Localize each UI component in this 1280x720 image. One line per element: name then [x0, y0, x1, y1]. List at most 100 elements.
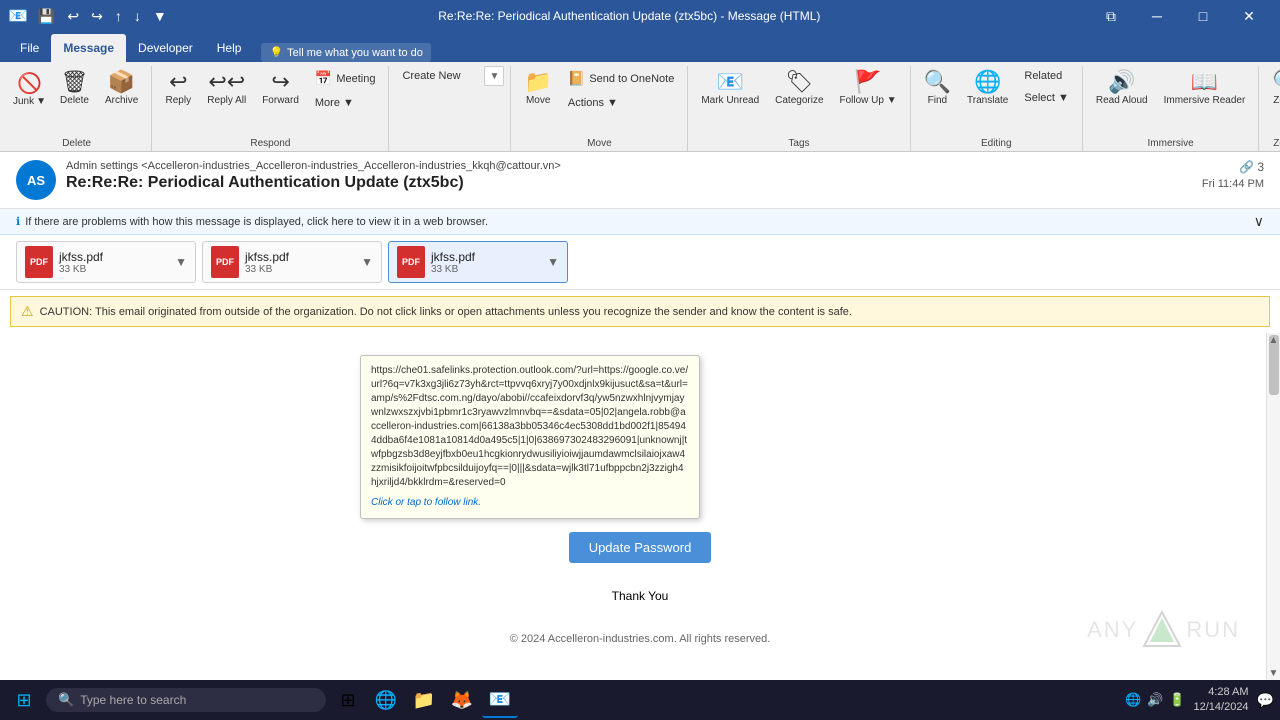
junk-button[interactable]: 🚫 Junk ▼ [8, 66, 51, 112]
update-password-button[interactable]: Update Password [569, 532, 712, 563]
move-small-buttons: 📔 Send to OneNote Actions ▼ [561, 66, 681, 113]
volume-icon: 🔊 [1147, 692, 1163, 708]
att-size-1: 33 KB [245, 264, 355, 275]
close-button[interactable]: ✕ [1226, 0, 1272, 32]
att-arrow-2[interactable]: ▼ [547, 255, 559, 269]
taskbar-clock: 4:28 AM 12/14/2024 [1194, 685, 1249, 716]
select-button[interactable]: Select ▼ [1017, 88, 1076, 108]
maximize-button[interactable]: □ [1180, 0, 1226, 32]
archive-icon: 📦 [108, 71, 135, 93]
search-placeholder: Type here to search [80, 693, 186, 707]
thank-you: Thank You [390, 589, 890, 603]
up-button[interactable]: ↑ [111, 6, 126, 26]
minimize-button[interactable]: ─ [1134, 0, 1180, 32]
forward-icon: ↪ [271, 71, 289, 93]
attachment-1[interactable]: PDF jkfss.pdf 33 KB ▼ [202, 241, 382, 283]
read-aloud-button[interactable]: 🔊 Read Aloud [1089, 66, 1155, 111]
att-info-2: jkfss.pdf 33 KB [431, 250, 541, 275]
undo-button[interactable]: ↩ [63, 6, 83, 27]
quick-steps-content: Create New ▼ [395, 66, 504, 147]
down-button[interactable]: ↓ [130, 6, 145, 26]
att-arrow-0[interactable]: ▼ [175, 255, 187, 269]
customize-button[interactable]: ▼ [149, 6, 171, 26]
create-new-button[interactable]: Create New [395, 66, 478, 86]
window-title: Re:Re:Re: Periodical Authentication Upda… [171, 9, 1088, 23]
actions-button[interactable]: Actions ▼ [561, 93, 681, 113]
title-bar: 📧 💾 ↩ ↪ ↑ ↓ ▼ Re:Re:Re: Periodical Authe… [0, 0, 1280, 32]
info-bar[interactable]: ℹ If there are problems with how this me… [0, 209, 1280, 235]
message-count: 🔗 3 [1239, 160, 1264, 174]
edge-app[interactable]: 🌐 [368, 682, 404, 718]
translate-button[interactable]: 🌐 Translate [960, 66, 1015, 111]
find-icon: 🔍 [924, 71, 951, 93]
firefox-app[interactable]: 🦊 [444, 682, 480, 718]
read-aloud-icon: 🔊 [1108, 71, 1135, 93]
editing-small-buttons: Related Select ▼ [1017, 66, 1076, 108]
tab-message[interactable]: Message [51, 34, 126, 62]
immersive-group-content: 🔊 Read Aloud 📖 Immersive Reader [1089, 66, 1252, 136]
send-onenote-button[interactable]: 📔 Send to OneNote [561, 66, 681, 91]
tab-developer[interactable]: Developer [126, 34, 205, 62]
taskview-app[interactable]: ⊞ [330, 682, 366, 718]
attachment-2[interactable]: PDF jkfss.pdf 33 KB ▼ [388, 241, 568, 283]
move-label: Move [526, 95, 550, 106]
forward-button[interactable]: ↪ Forward [255, 66, 306, 111]
pdf-icon-2: PDF [397, 246, 425, 278]
quick-steps-list: Create New [395, 66, 478, 86]
scroll-up-arrow[interactable]: ▲ [1267, 333, 1280, 347]
redo-button[interactable]: ↪ [87, 6, 107, 27]
pdf-icon-1: PDF [211, 246, 239, 278]
immersive-reader-button[interactable]: 📖 Immersive Reader [1157, 66, 1253, 111]
respond-small-buttons: 📅 Meeting More ▼ [308, 66, 383, 113]
att-name-0: jkfss.pdf [59, 250, 169, 264]
move-button[interactable]: 📁 Move [517, 66, 558, 111]
tab-help[interactable]: Help [205, 34, 254, 62]
taskbar-search[interactable]: 🔍 Type here to search [46, 688, 326, 712]
caution-text: CAUTION: This email originated from outs… [40, 306, 852, 318]
tab-file[interactable]: File [8, 34, 51, 62]
quick-steps-expand[interactable]: ▼ [484, 66, 504, 86]
save-button[interactable]: 💾 [34, 6, 59, 27]
tell-me-input[interactable]: 💡 Tell me what you want to do [261, 43, 430, 62]
avatar: AS [16, 160, 56, 200]
email-footer: © 2024 Accelleron-industries.com. All ri… [40, 633, 1240, 645]
scroll-track[interactable]: ▲ ▼ [1266, 333, 1280, 680]
scroll-down-arrow[interactable]: ▼ [1267, 666, 1280, 680]
onenote-icon: 📔 [568, 70, 585, 87]
follow-up-button[interactable]: 🚩 Follow Up ▼ [833, 66, 904, 111]
more-button[interactable]: More ▼ [308, 93, 383, 113]
outlook-app[interactable]: 📧 [482, 682, 518, 718]
related-label: Related [1024, 70, 1062, 82]
delete-button[interactable]: 🗑 Delete [53, 66, 96, 111]
find-button[interactable]: 🔍 Find [917, 66, 958, 111]
explorer-app[interactable]: 📁 [406, 682, 442, 718]
attachment-0[interactable]: PDF jkfss.pdf 33 KB ▼ [16, 241, 196, 283]
info-close-icon[interactable]: ∨ [1254, 213, 1264, 230]
start-button[interactable]: ⊞ [6, 682, 42, 718]
network-icon: 🌐 [1125, 692, 1141, 708]
restore-button[interactable]: ⧉ [1088, 0, 1134, 32]
email-body: https://che01.safelinks.protection.outlo… [0, 333, 1280, 680]
archive-button[interactable]: 📦 Archive [98, 66, 145, 111]
notification-icon[interactable]: 💬 [1257, 692, 1274, 709]
info-icon: ℹ [16, 215, 20, 228]
categorize-button[interactable]: 🏷 Categorize [768, 66, 830, 111]
ribbon-group-immersive: 🔊 Read Aloud 📖 Immersive Reader Immersiv… [1085, 66, 1259, 151]
meeting-button[interactable]: 📅 Meeting [308, 66, 383, 91]
mark-unread-button[interactable]: 📧 Mark Unread [694, 66, 766, 111]
reply-button[interactable]: ↩ Reply [158, 66, 198, 111]
tags-group-label: Tags [694, 136, 903, 151]
window-controls: ⧉ ─ □ ✕ [1088, 0, 1272, 32]
editing-group-content: 🔍 Find 🌐 Translate Related Select ▼ [917, 66, 1076, 136]
more-label: More ▼ [315, 97, 354, 109]
tooltip-url: https://che01.safelinks.protection.outlo… [371, 365, 688, 488]
related-button[interactable]: Related [1017, 66, 1076, 86]
zoom-button[interactable]: 🔍 Zoom [1265, 66, 1280, 111]
ribbon-group-move: 📁 Move 📔 Send to OneNote Actions ▼ Move [513, 66, 688, 151]
taskbar-right: 🌐 🔊 🔋 4:28 AM 12/14/2024 💬 [1125, 685, 1274, 716]
att-arrow-1[interactable]: ▼ [361, 255, 373, 269]
count-value: 3 [1257, 160, 1264, 174]
pdf-icon-0: PDF [25, 246, 53, 278]
select-label: Select ▼ [1024, 92, 1069, 104]
reply-all-button[interactable]: ↩↩ Reply All [200, 66, 253, 111]
